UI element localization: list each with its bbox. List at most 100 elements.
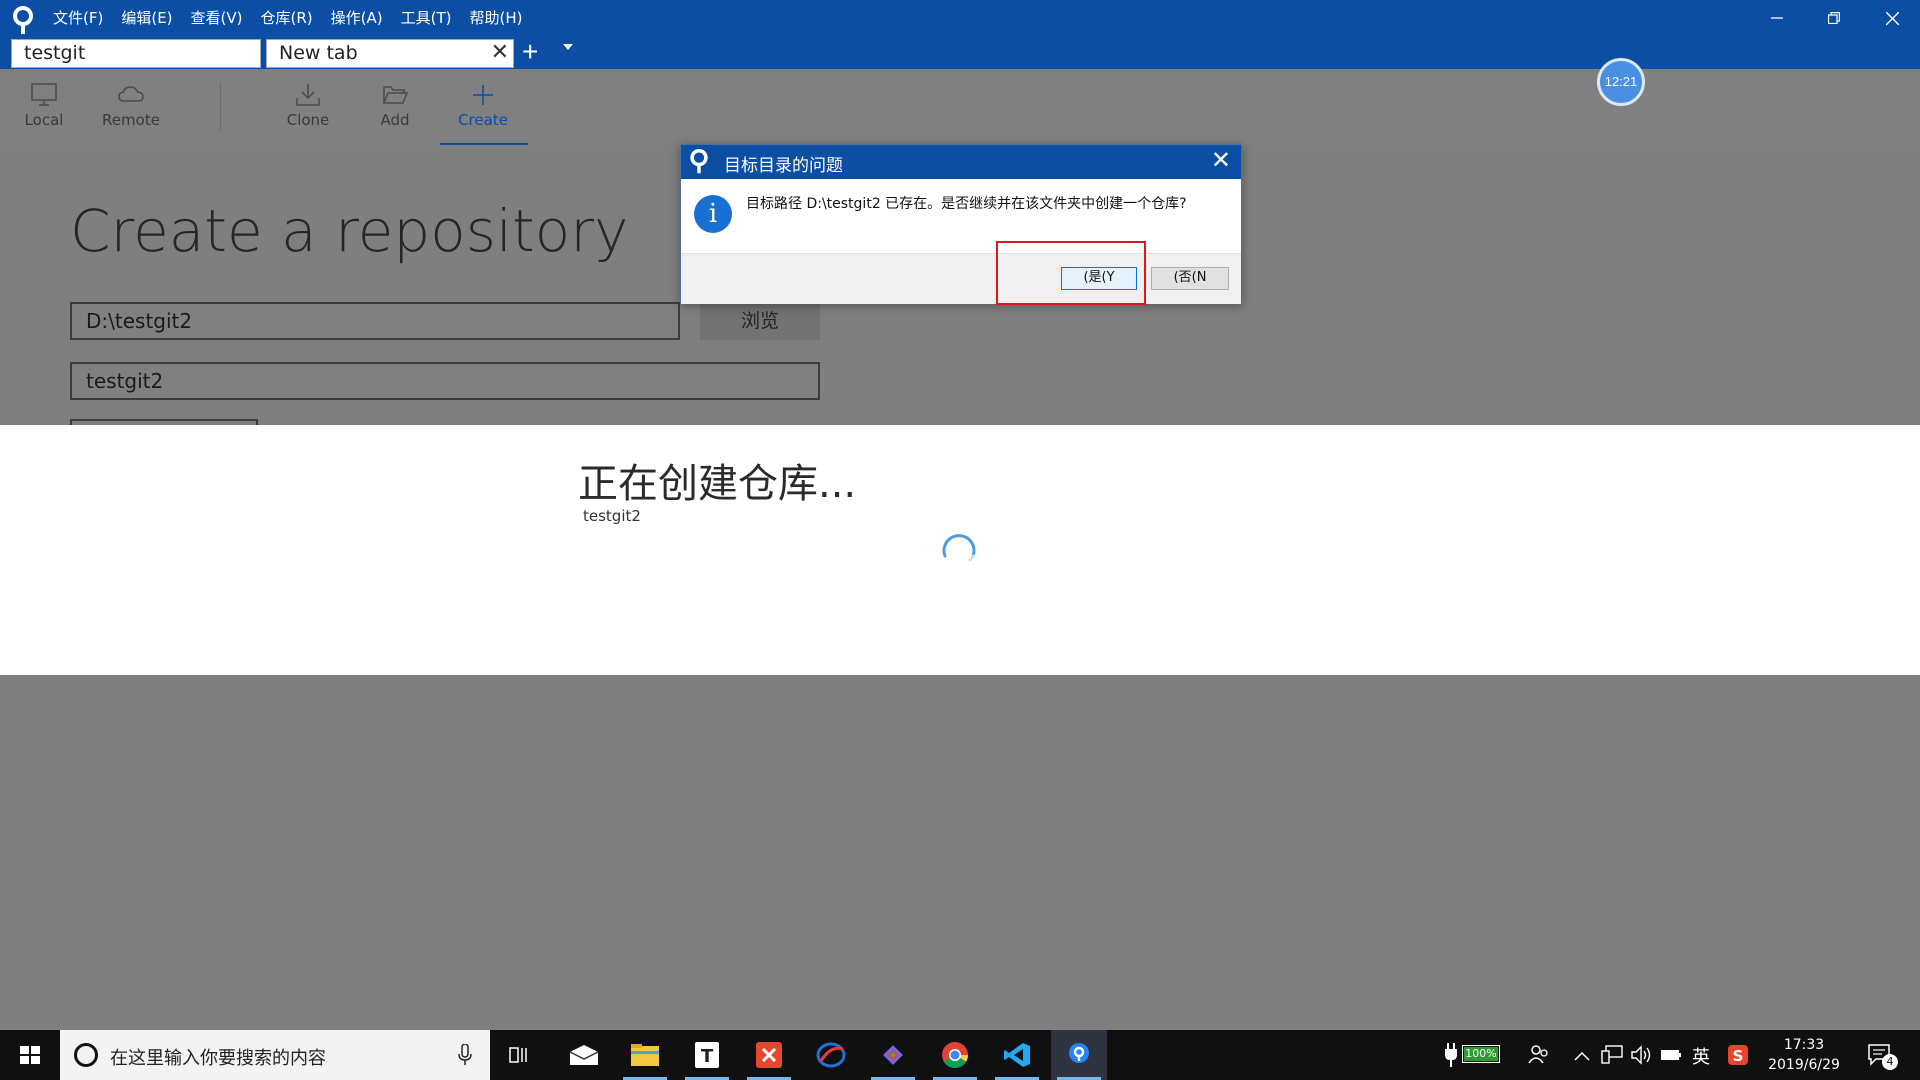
toolbar-divider bbox=[220, 83, 221, 131]
network-icon[interactable] bbox=[1601, 1045, 1623, 1065]
info-icon: i bbox=[694, 195, 732, 233]
new-tab-plus-icon[interactable]: + bbox=[522, 38, 538, 66]
sourcetree-icon bbox=[1069, 1043, 1089, 1063]
taskbar-app-sourcetree[interactable] bbox=[1051, 1030, 1107, 1080]
repository-name-input[interactable]: testgit2 bbox=[70, 362, 820, 400]
cloud-icon bbox=[118, 86, 144, 102]
people-icon[interactable] bbox=[1528, 1044, 1550, 1066]
local-button[interactable]: Local bbox=[0, 69, 88, 145]
taskbar-app-mail[interactable] bbox=[556, 1030, 612, 1080]
tab-label: testgit bbox=[24, 42, 86, 64]
sourcetree-logo-icon bbox=[690, 149, 708, 174]
menu-help[interactable]: 帮助(H) bbox=[460, 8, 531, 28]
tab-label: New tab bbox=[279, 42, 358, 64]
taskbar-app-typora[interactable]: T bbox=[679, 1030, 735, 1080]
task-view-button[interactable] bbox=[492, 1030, 548, 1080]
ime-indicator[interactable]: 英 bbox=[1692, 1043, 1710, 1069]
battery-status-icon[interactable] bbox=[1660, 1048, 1682, 1062]
sogou-ime-icon[interactable]: S bbox=[1728, 1045, 1748, 1065]
xunlei-icon bbox=[816, 1042, 846, 1068]
local-label: Local bbox=[24, 111, 64, 129]
folder-open-icon bbox=[382, 86, 409, 104]
clone-label: Clone bbox=[286, 111, 330, 129]
destination-path-input[interactable]: D:\testgit2 bbox=[70, 302, 680, 340]
dialog-titlebar: 目标目录的问题 ✕ bbox=[681, 145, 1241, 179]
menu-tools[interactable]: 工具(T) bbox=[392, 8, 461, 28]
tab-dropdown-icon[interactable] bbox=[563, 44, 573, 50]
menu-file[interactable]: 文件(F) bbox=[44, 8, 112, 28]
folder-icon bbox=[631, 1044, 659, 1066]
dialog-title: 目标目录的问题 bbox=[724, 156, 843, 176]
xmind-icon bbox=[756, 1042, 782, 1068]
start-button[interactable] bbox=[0, 1030, 60, 1080]
sourcetree-logo-icon bbox=[13, 6, 33, 34]
chrome-icon bbox=[942, 1042, 969, 1069]
taskbar-app-git-gui[interactable] bbox=[865, 1030, 921, 1080]
battery-indicator[interactable]: 100% bbox=[1444, 1042, 1504, 1068]
create-label: Create bbox=[458, 111, 508, 129]
taskbar-app-file-explorer[interactable] bbox=[617, 1030, 673, 1080]
taskbar: 在这里输入你要搜索的内容 T 100% 英 S 17:33 2019/6/29 … bbox=[0, 1030, 1920, 1080]
windows-logo-icon bbox=[20, 1046, 40, 1064]
taskbar-search-box[interactable]: 在这里输入你要搜索的内容 bbox=[60, 1030, 490, 1080]
close-window-button[interactable] bbox=[1872, 4, 1912, 32]
clock-date: 2019/6/29 bbox=[1768, 1057, 1840, 1073]
taskbar-app-xunlei[interactable] bbox=[803, 1030, 859, 1080]
target-directory-dialog: 目标目录的问题 ✕ i 目标路径 D:\testgit2 已存在。是否继续并在该… bbox=[680, 144, 1242, 304]
progress-panel: 正在创建仓库... testgit2 bbox=[0, 425, 1920, 675]
annotation-highlight-box bbox=[996, 241, 1146, 305]
battery-icon: 100% bbox=[1462, 1045, 1500, 1063]
battery-percent: 100% bbox=[1465, 1047, 1497, 1060]
close-icon bbox=[1885, 11, 1899, 25]
monitor-icon bbox=[31, 83, 57, 106]
no-button[interactable]: (否(N bbox=[1151, 267, 1229, 290]
cortana-icon bbox=[74, 1043, 98, 1067]
taskbar-app-vscode[interactable] bbox=[989, 1030, 1045, 1080]
add-button[interactable]: Add bbox=[351, 69, 439, 145]
create-button[interactable]: Create bbox=[439, 69, 527, 145]
menu-actions[interactable]: 操作(A) bbox=[322, 8, 392, 28]
download-icon bbox=[296, 84, 320, 106]
clock-bubble[interactable]: 12:21 bbox=[1597, 58, 1645, 106]
tab-new-tab[interactable]: New tab ✕ bbox=[266, 39, 514, 68]
clone-button[interactable]: Clone bbox=[264, 69, 352, 145]
git-gui-icon bbox=[883, 1045, 903, 1065]
notification-count-badge: 4 bbox=[1882, 1054, 1898, 1070]
taskbar-clock[interactable]: 17:33 2019/6/29 bbox=[1760, 1035, 1848, 1075]
typora-icon: T bbox=[695, 1042, 719, 1068]
clock-time: 17:33 bbox=[1783, 1037, 1825, 1053]
volume-icon[interactable] bbox=[1630, 1045, 1652, 1065]
minimize-button[interactable] bbox=[1757, 4, 1797, 32]
svg-text:T: T bbox=[701, 1046, 714, 1067]
action-center-button[interactable]: 4 bbox=[1866, 1042, 1902, 1070]
menu-bar: 文件(F) 编辑(E) 查看(V) 仓库(R) 操作(A) 工具(T) 帮助(H… bbox=[44, 8, 531, 28]
taskbar-app-chrome[interactable] bbox=[927, 1030, 983, 1080]
mail-icon bbox=[569, 1045, 599, 1065]
taskbar-app-xmind[interactable] bbox=[741, 1030, 797, 1080]
minimize-icon bbox=[1771, 17, 1783, 19]
vscode-icon bbox=[1004, 1043, 1030, 1067]
menu-view[interactable]: 查看(V) bbox=[182, 8, 252, 28]
menu-edit[interactable]: 编辑(E) bbox=[112, 8, 181, 28]
dialog-close-icon[interactable]: ✕ bbox=[1211, 147, 1231, 175]
add-label: Add bbox=[380, 111, 410, 129]
restore-button[interactable] bbox=[1814, 4, 1854, 32]
tab-testgit[interactable]: testgit bbox=[11, 39, 261, 68]
dialog-message: 目标路径 D:\testgit2 已存在。是否继续并在该文件夹中创建一个仓库? bbox=[746, 196, 1187, 212]
svg-text:S: S bbox=[1733, 1047, 1744, 1065]
search-placeholder: 在这里输入你要搜索的内容 bbox=[110, 1048, 326, 1069]
browse-button[interactable]: 浏览 bbox=[700, 303, 820, 340]
microphone-icon[interactable] bbox=[458, 1044, 472, 1066]
loading-spinner-icon bbox=[942, 534, 976, 562]
page-title: Create a repository bbox=[70, 197, 629, 265]
title-bar: 文件(F) 编辑(E) 查看(V) 仓库(R) 操作(A) 工具(T) 帮助(H… bbox=[0, 0, 1920, 69]
task-view-icon bbox=[509, 1047, 527, 1063]
remote-button[interactable]: Remote bbox=[87, 69, 175, 145]
chevron-up-icon[interactable] bbox=[1574, 1051, 1590, 1061]
menu-repository[interactable]: 仓库(R) bbox=[252, 8, 322, 28]
plus-icon bbox=[473, 85, 493, 105]
remote-label: Remote bbox=[102, 111, 160, 129]
progress-repo-name: testgit2 bbox=[583, 507, 641, 525]
restore-icon bbox=[1828, 12, 1840, 24]
tab-close-icon[interactable]: ✕ bbox=[491, 40, 509, 66]
